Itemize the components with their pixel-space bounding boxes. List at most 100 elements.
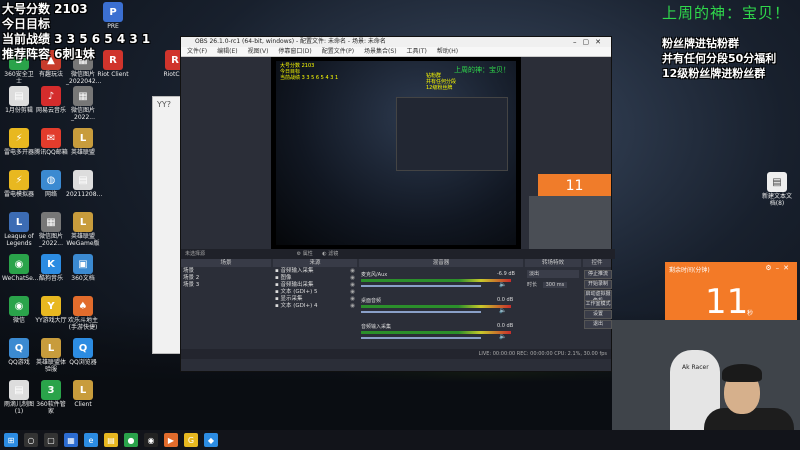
desktop-icon[interactable]: L Client bbox=[66, 380, 100, 408]
speaker-icon[interactable]: 🔈 bbox=[499, 281, 506, 288]
desktop-icon[interactable]: ◍ 网络 bbox=[34, 170, 68, 198]
obs-window[interactable]: OBS 26.1.0-rc1 (64-bit, windows) - 配置文件:… bbox=[180, 36, 615, 372]
desktop-icon[interactable]: 3 360软件管家 bbox=[34, 380, 68, 415]
desktop-icon[interactable]: L League of Legends bbox=[2, 212, 36, 247]
visibility-eye-icon[interactable]: ◉ bbox=[350, 296, 355, 303]
desktop-icon[interactable]: ◉ 微信 bbox=[2, 296, 36, 324]
menu-item[interactable]: 文件(F) bbox=[187, 48, 207, 55]
visibility-eye-icon[interactable]: ◉ bbox=[350, 303, 355, 310]
desktop-icon[interactable]: ♠ 欢乐斗地主(手游快捷) bbox=[66, 296, 100, 331]
desktop-icon-label: 微信图片_2022042... bbox=[66, 71, 102, 85]
source-item[interactable]: ▪ 音频输出采集 ◉ bbox=[275, 282, 355, 289]
countdown-timer-widget[interactable]: 剩余时间(分钟) ⚙–✕ 11 秒 bbox=[665, 262, 797, 326]
control-button[interactable]: 设置 bbox=[584, 310, 612, 319]
menu-item[interactable]: 工具(T) bbox=[407, 48, 427, 55]
mixer-panel-header: 混音器 bbox=[359, 259, 523, 267]
desktop-icon[interactable]: ♪ 网易云音乐 bbox=[34, 86, 68, 114]
desktop-icon-label: 微信图片_2022... bbox=[38, 233, 63, 247]
taskbar-app-icon[interactable]: ⊞ bbox=[4, 433, 18, 447]
obs-preview[interactable]: 上周的神：宝贝！ 大号分数 2103 今日目标 当前战绩 3 3 5 6 5 4 3… bbox=[271, 57, 521, 249]
volume-slider[interactable] bbox=[361, 285, 481, 287]
control-button[interactable]: 退出 bbox=[584, 320, 612, 329]
taskbar-app-icon[interactable]: ▢ bbox=[44, 433, 58, 447]
desktop-icon[interactable]: L 英雄联盟WeGame版 bbox=[66, 212, 100, 247]
desktop-icon[interactable]: L 英雄联盟体验服 bbox=[34, 338, 68, 373]
chair-brand: Ak Racer bbox=[682, 364, 709, 371]
visibility-eye-icon[interactable]: ◉ bbox=[350, 282, 355, 289]
app-icon: ⚡ bbox=[9, 170, 29, 190]
preview-nested-obs bbox=[396, 97, 508, 171]
visibility-eye-icon[interactable]: ◉ bbox=[350, 275, 355, 282]
desktop-icon[interactable]: L 英雄联盟 bbox=[66, 128, 100, 156]
desktop-icon[interactable]: ✉ 腾讯QQ邮箱 bbox=[34, 128, 68, 156]
transition-select[interactable]: 淡出 bbox=[527, 270, 579, 278]
mixer-channel-name: 音频输入采集 bbox=[361, 324, 392, 330]
app-icon: ◉ bbox=[9, 254, 29, 274]
timer-window-controls[interactable]: ⚙–✕ bbox=[765, 264, 793, 272]
scene-item[interactable]: 场景 bbox=[183, 268, 269, 275]
control-button[interactable]: 开始录制 bbox=[584, 280, 612, 289]
source-item[interactable]: ▪ 显示采集 ◉ bbox=[275, 296, 355, 303]
desktop-icon[interactable]: ⚡ 雷电多开器 bbox=[2, 128, 36, 156]
preview-overlay-right: 钻粉群 并有任何分段 12级粉丝牌 bbox=[426, 73, 456, 91]
app-icon: L bbox=[73, 212, 93, 232]
taskbar-app-icon[interactable]: G bbox=[184, 433, 198, 447]
desktop-icon[interactable]: K 酷狗音乐 bbox=[34, 254, 68, 282]
visibility-eye-icon[interactable]: ◉ bbox=[350, 289, 355, 296]
menu-item[interactable]: 帮助(H) bbox=[437, 48, 458, 55]
source-item[interactable]: ▪ 文本 (GDI+) 5 ◉ bbox=[275, 289, 355, 296]
desktop-icon[interactable]: ▣ 360文档 bbox=[66, 254, 100, 282]
source-item[interactable]: ▪ 文本 (GDI+) 4 ◉ bbox=[275, 303, 355, 310]
menu-item[interactable]: 停靠窗口(D) bbox=[278, 48, 311, 55]
desktop-icon-label: 腾讯QQ邮箱 bbox=[34, 149, 68, 156]
taskbar-app-icon[interactable]: ◉ bbox=[144, 433, 158, 447]
mixer-channel-db: 0.0 dB bbox=[497, 297, 514, 303]
properties-button[interactable]: ⚙ 属性 bbox=[297, 251, 313, 257]
obs-title-bar[interactable]: OBS 26.1.0-rc1 (64-bit, windows) - 配置文件:… bbox=[181, 37, 611, 47]
volume-slider[interactable] bbox=[361, 311, 481, 313]
menu-item[interactable]: 场景集合(S) bbox=[364, 48, 397, 55]
speaker-icon[interactable]: 🔈 bbox=[499, 307, 506, 314]
transition-duration[interactable]: 时长 300 ms bbox=[527, 281, 568, 288]
desktop-icon-new-text-doc[interactable]: ▤ 新建文本文档(8) bbox=[760, 172, 794, 207]
desktop-icon[interactable]: ⚡ 雷电模拟器 bbox=[2, 170, 36, 198]
speaker-icon[interactable]: 🔈 bbox=[499, 333, 506, 340]
volume-slider[interactable] bbox=[361, 337, 481, 339]
taskbar-app-icon[interactable]: e bbox=[84, 433, 98, 447]
scene-item[interactable]: 场景 2 bbox=[183, 275, 269, 282]
menu-item[interactable]: 视图(V) bbox=[248, 48, 269, 55]
desktop-icon-label: 有趣玩法 bbox=[38, 71, 63, 78]
desktop-icon[interactable]: ▤ 雨滴儿制图(1) bbox=[2, 380, 36, 415]
menu-item[interactable]: 配置文件(P) bbox=[322, 48, 354, 55]
preview-webcam bbox=[529, 196, 611, 252]
stream-overlay-title: 上周的神：宝贝！ bbox=[661, 4, 790, 22]
desktop-icon[interactable]: ▤ 1月份剪辑 bbox=[2, 86, 36, 114]
visibility-eye-icon[interactable]: ◉ bbox=[350, 268, 355, 275]
desktop-icon[interactable]: Q QQ游戏 bbox=[2, 338, 36, 366]
obs-menu-bar: 文件(F) 编辑(E) 视图(V) 停靠窗口(D) 配置文件(P) 场景集合(S) 工具(T… bbox=[181, 47, 611, 57]
desktop-icon[interactable]: ◉ WeChatSe... bbox=[2, 254, 39, 282]
taskbar-app-icon[interactable]: ▶ bbox=[164, 433, 178, 447]
taskbar-app-icon[interactable]: ▦ bbox=[64, 433, 78, 447]
control-button[interactable]: 停止推流 bbox=[584, 270, 612, 279]
filters-button[interactable]: ◐ 滤镜 bbox=[322, 251, 338, 257]
overlay-line: 今日目标 bbox=[2, 17, 51, 31]
desktop-icon[interactable]: Y YY游戏大厅 bbox=[34, 296, 68, 324]
desktop-icon[interactable]: ▤ 20211208... bbox=[66, 170, 102, 198]
window-controls[interactable]: –▢✕ bbox=[573, 37, 607, 47]
taskbar-app-icon[interactable]: ○ bbox=[24, 433, 38, 447]
menu-item[interactable]: 编辑(E) bbox=[217, 48, 237, 55]
desktop-icon[interactable]: Q QQ浏览器 bbox=[66, 338, 100, 366]
app-icon: ▣ bbox=[73, 254, 93, 274]
scene-item[interactable]: 场景 3 bbox=[183, 282, 269, 289]
taskbar-app-icon[interactable]: ● bbox=[124, 433, 138, 447]
source-item[interactable]: ▪ 音频输入采集 ◉ bbox=[275, 268, 355, 275]
taskbar-app-icon[interactable]: ▤ bbox=[104, 433, 118, 447]
taskbar-app-icon[interactable]: ◆ bbox=[204, 433, 218, 447]
desktop-icon[interactable]: ▦ 微信图片_2022... bbox=[34, 212, 68, 247]
source-item[interactable]: ▪ 图像 ◉ bbox=[275, 275, 355, 282]
desktop-icon[interactable]: ▦ 微信图片_2022... bbox=[66, 86, 100, 121]
desktop-icon-label: 网络 bbox=[44, 191, 57, 198]
app-icon: ▦ bbox=[41, 212, 61, 232]
control-button[interactable]: 工作室模式 bbox=[584, 300, 612, 309]
